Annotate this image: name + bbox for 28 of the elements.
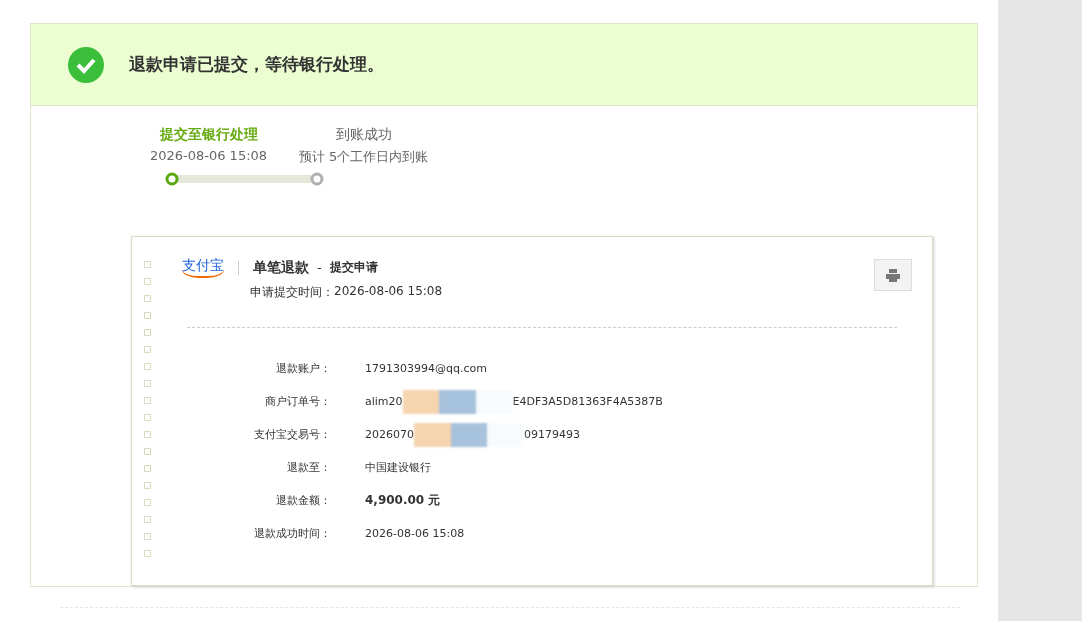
printer-icon xyxy=(886,268,900,282)
status-message: 退款申请已提交，等待银行处理。 xyxy=(129,53,384,76)
step-title: 提交至银行处理 xyxy=(159,126,258,144)
field-label: 退款成功时间： xyxy=(253,526,331,541)
step-title: 到账成功 xyxy=(335,126,392,144)
check-circle-icon xyxy=(68,46,104,83)
print-button[interactable] xyxy=(874,259,912,291)
step-subtitle: 预计 5个工作日内到账 xyxy=(298,148,429,166)
field-value: 2026070 xyxy=(365,428,414,441)
field-label: 支付宝交易号： xyxy=(253,427,331,442)
submit-time: 2026-08-06 15:08 xyxy=(334,284,443,300)
submit-time-label: 申请提交时间： xyxy=(250,284,334,301)
brand-logo: 支付宝 xyxy=(182,257,224,278)
field-value: 2026-08-06 15:08 xyxy=(365,527,465,540)
field-label: 退款至： xyxy=(286,460,331,475)
field-label: 退款账户： xyxy=(275,361,331,376)
step-subtitle: 2026-08-06 15:08 xyxy=(149,148,268,163)
field-label: 商户订单号： xyxy=(264,394,331,409)
receipt-title: 单笔退款 xyxy=(253,258,309,277)
field-value: 1791303994@qq.com xyxy=(365,362,487,375)
field-value: 中国建设银行 xyxy=(365,460,431,475)
field-label: 退款金额： xyxy=(275,493,331,508)
field-value: alim20 xyxy=(365,395,403,408)
title-separator: - xyxy=(317,260,322,275)
field-value: 09179493 xyxy=(524,428,580,441)
receipt-subtitle: 提交申请 xyxy=(329,259,378,276)
field-value: 4,900.00 元 xyxy=(365,492,441,509)
field-value: E4DF3A5D81363F4A5387B xyxy=(512,395,663,408)
